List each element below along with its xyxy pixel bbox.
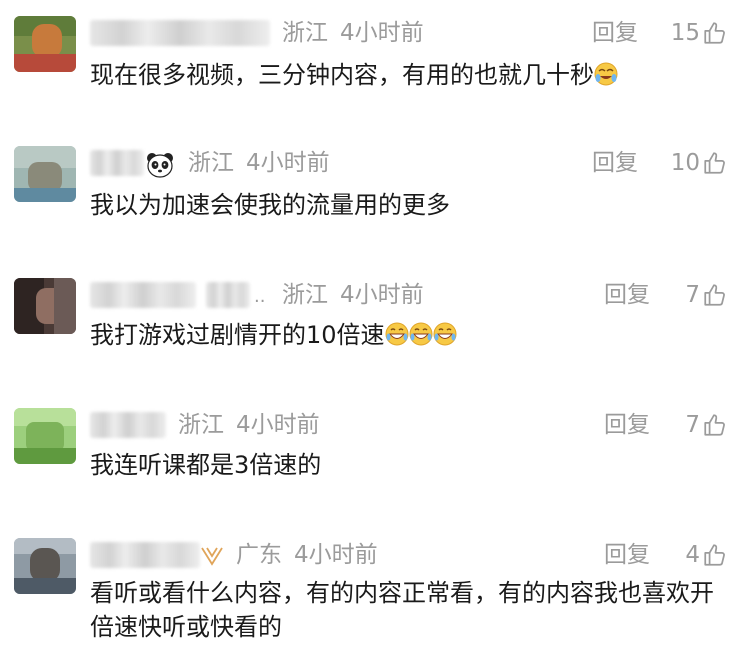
like-count: 10	[670, 150, 700, 176]
username-part	[206, 282, 250, 308]
comment-text: 我打游戏过剧情开的10倍速	[90, 318, 722, 352]
comment-meta: 浙江 4小时前	[178, 408, 320, 442]
like-count: 15	[670, 20, 700, 46]
comment-text-content: 现在很多视频，三分钟内容，有用的也就几十秒	[90, 61, 594, 89]
location: 浙江	[188, 150, 234, 176]
username[interactable]	[90, 412, 166, 438]
thumbs-up-icon[interactable]	[702, 150, 728, 176]
reply-button[interactable]: 回复	[604, 408, 650, 442]
comment-item: 浙江 4小时前 回复 7 我连听课都是3倍速的	[0, 406, 750, 506]
panda-icon	[147, 153, 173, 178]
like-count: 4	[685, 542, 700, 568]
location: 浙江	[282, 282, 328, 308]
comment-meta: 浙江 4小时前	[282, 278, 424, 312]
timestamp: 4小时前	[294, 542, 378, 568]
location: 浙江	[178, 412, 224, 438]
username[interactable]	[90, 542, 200, 568]
reply-button[interactable]: 回复	[604, 538, 650, 572]
comment-text: 现在很多视频，三分钟内容，有用的也就几十秒	[90, 58, 722, 92]
grin-sweat-emoji	[385, 322, 409, 346]
location: 广东	[236, 542, 282, 568]
comment-text: 我连听课都是3倍速的	[90, 451, 322, 479]
comment-item: 广东 4小时前 回复 4 看听或看什么内容，有的内容正常看，有的内容我也喜欢开倍速…	[0, 536, 750, 666]
thumbs-up-icon[interactable]	[702, 412, 728, 438]
comment-text: 看听或看什么内容，有的内容正常看，有的内容我也喜欢开倍速快听或快看的	[90, 579, 714, 641]
comment-item: 浙江 4小时前 回复 10 我以为加速会使我的流量用的更多	[0, 144, 750, 244]
username[interactable]	[90, 20, 270, 46]
reply-button[interactable]: 回复	[604, 278, 650, 312]
comment-text: 我以为加速会使我的流量用的更多	[90, 191, 450, 219]
comment-item: .. 浙江 4小时前 回复 7 我打游戏过剧情开的10倍速	[0, 276, 750, 376]
gold-badge-icon	[201, 547, 223, 566]
timestamp: 4小时前	[340, 20, 424, 46]
comment-meta: 广东 4小时前	[236, 538, 378, 572]
username[interactable]	[90, 282, 196, 308]
avatar[interactable]	[14, 408, 76, 464]
avatar[interactable]	[14, 278, 76, 334]
timestamp: 4小时前	[236, 412, 320, 438]
avatar[interactable]	[14, 16, 76, 72]
thumbs-up-icon[interactable]	[702, 542, 728, 568]
reply-button[interactable]: 回复	[592, 146, 638, 180]
thumbs-up-icon[interactable]	[702, 282, 728, 308]
avatar[interactable]	[14, 538, 76, 594]
username[interactable]	[90, 150, 144, 176]
timestamp: 4小时前	[340, 282, 424, 308]
timestamp: 4小时前	[246, 150, 330, 176]
thumbs-up-icon[interactable]	[702, 20, 728, 46]
comment-text-content: 我打游戏过剧情开的10倍速	[90, 321, 385, 349]
comment-meta: 浙江 4小时前	[188, 146, 330, 180]
comment-item: 浙江 4小时前 回复 15 现在很多视频，三分钟内容，有用的也就几十秒	[0, 14, 750, 114]
location: 浙江	[282, 20, 328, 46]
username-ellipsis: ..	[254, 286, 266, 307]
grin-sweat-emoji	[433, 322, 457, 346]
grin-sweat-emoji	[409, 322, 433, 346]
avatar[interactable]	[14, 146, 76, 202]
reply-button[interactable]: 回复	[592, 16, 638, 50]
like-count: 7	[685, 412, 700, 438]
like-count: 7	[685, 282, 700, 308]
comment-meta: 浙江 4小时前	[282, 16, 424, 50]
sweat-laugh-emoji	[594, 62, 618, 86]
